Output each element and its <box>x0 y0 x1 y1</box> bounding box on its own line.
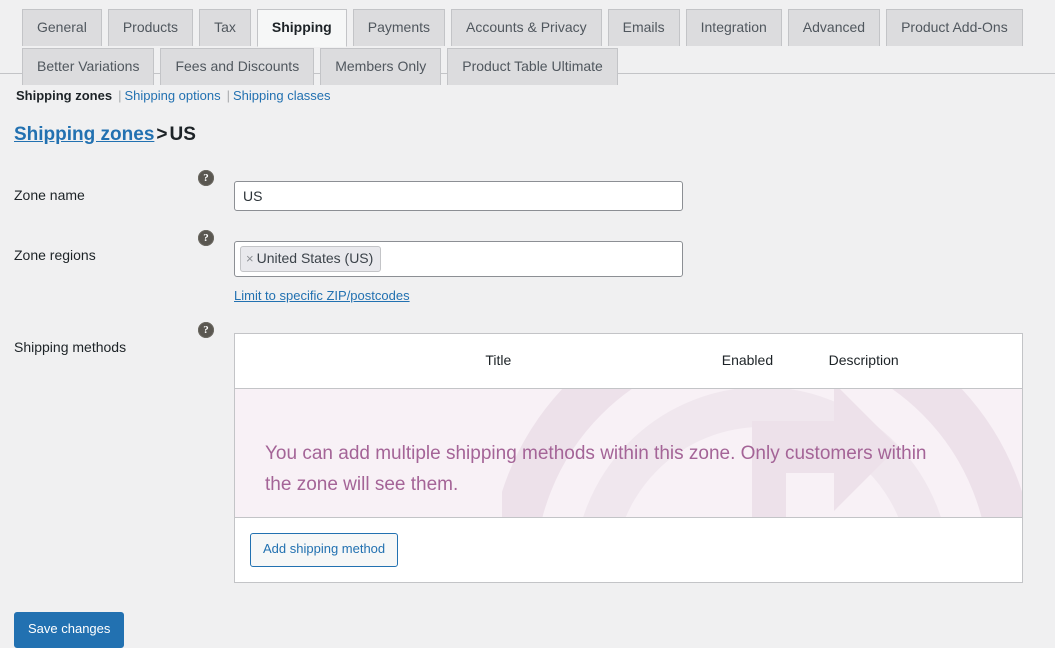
settings-tab-bar: General Products Tax Shipping Payments Accoun… <box>0 0 1055 85</box>
subnav-item-shipping-zones[interactable]: Shipping zones | <box>14 83 122 109</box>
shipping-methods-label-cell: Shipping methods <box>0 318 224 598</box>
shipping-methods-table-head: Title Enabled Description <box>234 333 1023 390</box>
subnav-link-shipping-zones[interactable]: Shipping zones <box>14 88 114 103</box>
tab-general[interactable]: General <box>22 9 102 46</box>
empty-state-cell: You can add multiple shipping methods wi… <box>234 388 1023 519</box>
tab-fees-and-discounts[interactable]: Fees and Discounts <box>160 48 315 85</box>
empty-state-message: You can add multiple shipping methods wi… <box>265 443 927 495</box>
limit-postcodes-link[interactable]: Limit to specific ZIP/postcodes <box>234 288 410 303</box>
tab-products[interactable]: Products <box>107 9 194 46</box>
tab-integration[interactable]: Integration <box>685 9 782 46</box>
zone-settings-form: Zone name ? Zone regions ? ×United State… <box>0 166 1040 598</box>
tab-accounts-privacy[interactable]: Accounts & Privacy <box>451 9 602 46</box>
subnav-separator-1: | <box>118 88 122 103</box>
tab-emails[interactable]: Emails <box>607 9 680 46</box>
column-header-sort <box>234 333 321 390</box>
form-row-shipping-methods: Shipping methods ? Title Enabled Descrip… <box>0 318 1040 598</box>
shipping-methods-table-body: You can add multiple shipping methods wi… <box>234 388 1023 583</box>
zone-region-token[interactable]: × United States (US) <box>240 245 382 273</box>
tab-tax[interactable]: Tax <box>199 9 251 46</box>
subnav-link-shipping-classes[interactable]: Shipping classes <box>231 88 333 103</box>
shipping-subnav: Shipping zones | Shipping options | Shipping… <box>14 83 1055 109</box>
subnav-link-shipping-options[interactable]: Shipping options <box>122 88 222 103</box>
breadcrumb-parent-link[interactable]: Shipping zones <box>14 124 154 145</box>
zone-regions-label: Zone regions <box>14 246 96 263</box>
subnav-item-shipping-classes[interactable]: Shipping classes <box>231 83 333 109</box>
tab-payments[interactable]: Payments <box>352 9 445 46</box>
zone-name-label: Zone name <box>14 186 85 203</box>
shipping-methods-table: Title Enabled Description You can add mu… <box>234 333 1023 584</box>
tab-advanced[interactable]: Advanced <box>787 9 881 46</box>
form-row-zone-regions: Zone regions ? × United States (US) Limit… <box>0 226 1040 319</box>
zone-name-label-cell: Zone name <box>0 166 224 226</box>
tab-better-variations[interactable]: Better Variations <box>22 48 155 85</box>
subnav-item-shipping-options[interactable]: Shipping options | <box>122 83 231 109</box>
zone-regions-label-cell: Zone regions <box>0 226 224 319</box>
column-header-title: Title <box>320 333 677 390</box>
tab-product-add-ons[interactable]: Product Add-Ons <box>886 9 1023 46</box>
tab-shipping[interactable]: Shipping <box>256 9 347 47</box>
zone-regions-field-cell: ? × United States (US) Limit to specific … <box>198 226 1040 319</box>
subnav-separator-2: | <box>226 88 230 103</box>
column-header-description: Description <box>818 333 1023 390</box>
add-method-cell: Add shipping method <box>234 517 1023 583</box>
shipping-methods-cell: ? Title Enabled Description You can add … <box>198 318 1040 598</box>
submit-area: Save changes <box>0 612 1055 648</box>
add-shipping-method-button[interactable]: Add shipping method <box>250 533 399 568</box>
help-icon-zone-name[interactable]: ? <box>198 169 214 186</box>
tab-product-table-ultimate[interactable]: Product Table Ultimate <box>447 48 618 85</box>
form-row-zone-name: Zone name ? <box>0 166 1040 226</box>
page-title: Shipping zones > US <box>14 123 1055 148</box>
help-icon-zone-regions[interactable]: ? <box>198 229 214 246</box>
breadcrumb-separator: > <box>156 124 168 145</box>
remove-icon[interactable]: × <box>246 251 257 266</box>
breadcrumb-current: US <box>169 124 196 145</box>
column-header-enabled: Enabled <box>676 333 819 390</box>
tab-members-only[interactable]: Members Only <box>320 48 442 85</box>
zone-region-token-label: United States (US) <box>256 249 374 266</box>
zone-regions-select[interactable]: × United States (US) <box>234 240 683 278</box>
add-method-row: Add shipping method <box>234 517 1023 583</box>
save-changes-button[interactable]: Save changes <box>14 612 125 648</box>
zone-name-field-cell: ? <box>198 166 1040 226</box>
shipping-methods-label: Shipping methods <box>14 339 127 356</box>
table-header-row: Title Enabled Description <box>234 333 1023 390</box>
empty-state-row: You can add multiple shipping methods wi… <box>234 388 1023 519</box>
zone-name-input[interactable] <box>234 180 683 211</box>
